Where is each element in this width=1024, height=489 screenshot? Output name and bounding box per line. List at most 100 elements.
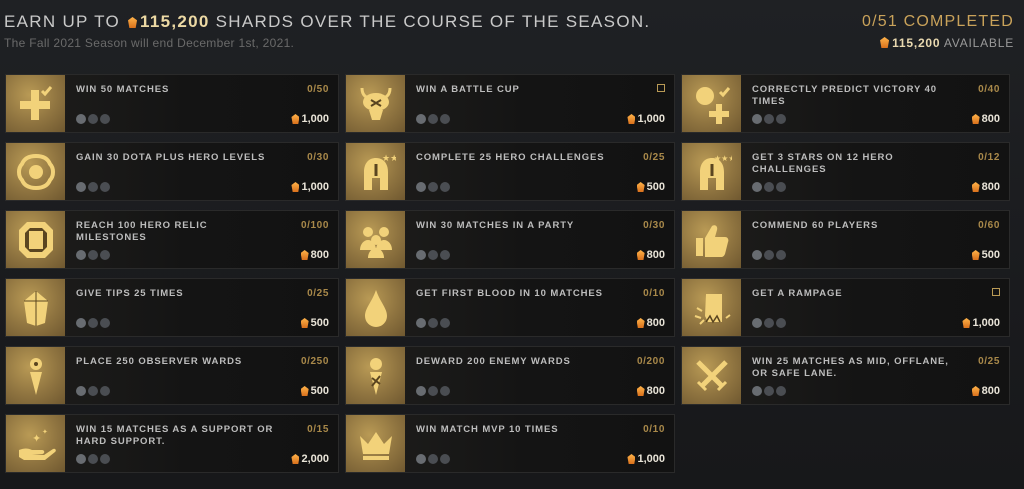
tier-dot	[88, 386, 98, 396]
svg-text:★★★: ★★★	[714, 154, 732, 163]
tier-dots	[416, 386, 450, 396]
tier-dot	[100, 250, 110, 260]
tier-dot	[776, 114, 786, 124]
tier-dot	[776, 318, 786, 328]
shard-icon	[128, 17, 138, 28]
tier-dot	[76, 182, 86, 192]
prediction-icon	[682, 75, 741, 132]
reward-amount: 500	[310, 385, 329, 397]
shard-reward: 1,000	[625, 113, 665, 125]
challenge-card[interactable]: GIVE TIPS 25 TIMES 0/25 500	[5, 278, 339, 337]
reward-amount: 1,000	[637, 113, 665, 125]
tier-dot	[100, 318, 110, 328]
tier-dots	[76, 318, 110, 328]
shard-reward: 500	[635, 181, 665, 193]
shard-icon	[971, 114, 980, 124]
tier-dots	[76, 250, 110, 260]
shard-reward: 500	[299, 317, 329, 329]
season-end-text: The Fall 2021 Season will end December 1…	[4, 36, 295, 50]
progress-text: 0/10	[643, 288, 665, 299]
challenge-card[interactable]: WIN A BATTLE CUP 1,000	[345, 74, 675, 133]
challenge-card[interactable]: WIN 50 MATCHES 0/50 1,000	[5, 74, 339, 133]
progress-text: 0/25	[307, 288, 329, 299]
challenge-title: WIN 15 MATCHES AS A SUPPORT OR HARD SUPP…	[76, 424, 274, 447]
challenge-title: COMMEND 60 PLAYERS	[752, 220, 879, 231]
challenge-grid: WIN 50 MATCHES 0/50 1,000 WIN A BATTLE C…	[5, 74, 1010, 473]
helmet-three-stars-icon: ★★★	[682, 143, 741, 200]
challenge-card[interactable]: ★★ COMPLETE 25 HERO CHALLENGES 0/25 500	[345, 142, 675, 201]
battle-cup-icon	[346, 75, 405, 132]
challenge-card[interactable]: CORRECTLY PREDICT VICTORY 40 TIMES 0/40 …	[681, 74, 1010, 133]
shard-icon	[291, 454, 300, 464]
tier-dot	[416, 386, 426, 396]
shard-reward: 1,000	[960, 317, 1000, 329]
tier-dot	[752, 386, 762, 396]
challenge-card[interactable]: COMMEND 60 PLAYERS 0/60 500	[681, 210, 1010, 269]
headline: EARN UP TO 115,200 SHARDS OVER THE COURS…	[4, 12, 650, 32]
shard-reward: 500	[299, 385, 329, 397]
tier-dot	[88, 182, 98, 192]
shard-reward: 800	[299, 249, 329, 261]
single-goal-checkbox	[992, 288, 1000, 296]
tier-dot	[88, 318, 98, 328]
reward-amount: 1,000	[637, 453, 665, 465]
tier-dot	[428, 386, 438, 396]
challenge-title: DEWARD 200 ENEMY WARDS	[416, 356, 571, 367]
reward-amount: 2,000	[301, 453, 329, 465]
thumbs-up-icon	[682, 211, 741, 268]
tier-dot	[440, 454, 450, 464]
tier-dots	[76, 386, 110, 396]
tier-dot	[752, 318, 762, 328]
tier-dots	[416, 454, 450, 464]
tier-dots	[752, 182, 786, 192]
tier-dot	[764, 182, 774, 192]
challenge-card[interactable]: DEWARD 200 ENEMY WARDS 0/200 800	[345, 346, 675, 405]
challenge-card[interactable]: GET A RAMPAGE 1,000	[681, 278, 1010, 337]
challenge-title: PLACE 250 OBSERVER WARDS	[76, 356, 243, 367]
shard-reward: 500	[970, 249, 1000, 261]
tier-dot	[416, 250, 426, 260]
tier-dot	[428, 454, 438, 464]
tier-dot	[416, 318, 426, 328]
challenge-title: CORRECTLY PREDICT VICTORY 40 TIMES	[752, 84, 937, 107]
challenge-title: WIN A BATTLE CUP	[416, 84, 520, 95]
shard-icon	[627, 454, 636, 464]
tier-dots	[416, 318, 450, 328]
challenge-title: COMPLETE 25 HERO CHALLENGES	[416, 152, 605, 163]
tier-dot	[76, 114, 86, 124]
challenge-title: WIN 25 MATCHES AS MID, OFFLANE, OR SAFE …	[752, 356, 949, 379]
tier-dot	[88, 114, 98, 124]
tier-dots	[752, 318, 786, 328]
challenge-card[interactable]: ★★★ GET 3 STARS ON 12 HERO CHALLENGES 0/…	[681, 142, 1010, 201]
challenge-title: WIN 50 MATCHES	[76, 84, 170, 95]
challenge-card[interactable]: ✦ ✦ WIN 15 MATCHES AS A SUPPORT OR HARD S…	[5, 414, 339, 473]
progress-text: 0/10	[643, 424, 665, 435]
svg-text:✦: ✦	[42, 428, 48, 436]
tier-dot	[76, 318, 86, 328]
dota-plus-icon	[6, 143, 65, 200]
svg-text:✦: ✦	[32, 432, 41, 445]
headline-suffix: SHARDS OVER THE COURSE OF THE SEASON.	[215, 12, 651, 31]
reward-amount: 800	[646, 385, 665, 397]
challenge-card[interactable]: GET FIRST BLOOD IN 10 MATCHES 0/10 800	[345, 278, 675, 337]
challenge-card[interactable]: WIN MATCH MVP 10 TIMES 0/10 1,000	[345, 414, 675, 473]
reward-amount: 1,000	[972, 317, 1000, 329]
tier-dot	[416, 454, 426, 464]
challenge-card[interactable]: GAIN 30 DOTA PLUS HERO LEVELS 0/30 1,000	[5, 142, 339, 201]
reward-amount: 1,000	[301, 181, 329, 193]
tier-dot	[88, 454, 98, 464]
challenge-card[interactable]: REACH 100 HERO RELIC MILESTONES 0/100 80…	[5, 210, 339, 269]
shard-icon	[971, 386, 980, 396]
progress-text: 0/25	[643, 152, 665, 163]
challenge-card[interactable]: WIN 25 MATCHES AS MID, OFFLANE, OR SAFE …	[681, 346, 1010, 405]
reward-amount: 500	[646, 181, 665, 193]
shard-reward: 2,000	[289, 453, 329, 465]
challenge-card[interactable]: WIN 30 MATCHES IN A PARTY 0/30 800	[345, 210, 675, 269]
tier-dot	[440, 250, 450, 260]
blood-drop-icon	[346, 279, 405, 336]
rampage-icon	[682, 279, 741, 336]
shard-icon	[300, 386, 309, 396]
reward-amount: 500	[981, 249, 1000, 261]
challenge-card[interactable]: PLACE 250 OBSERVER WARDS 0/250 500	[5, 346, 339, 405]
shard-icon	[627, 114, 636, 124]
